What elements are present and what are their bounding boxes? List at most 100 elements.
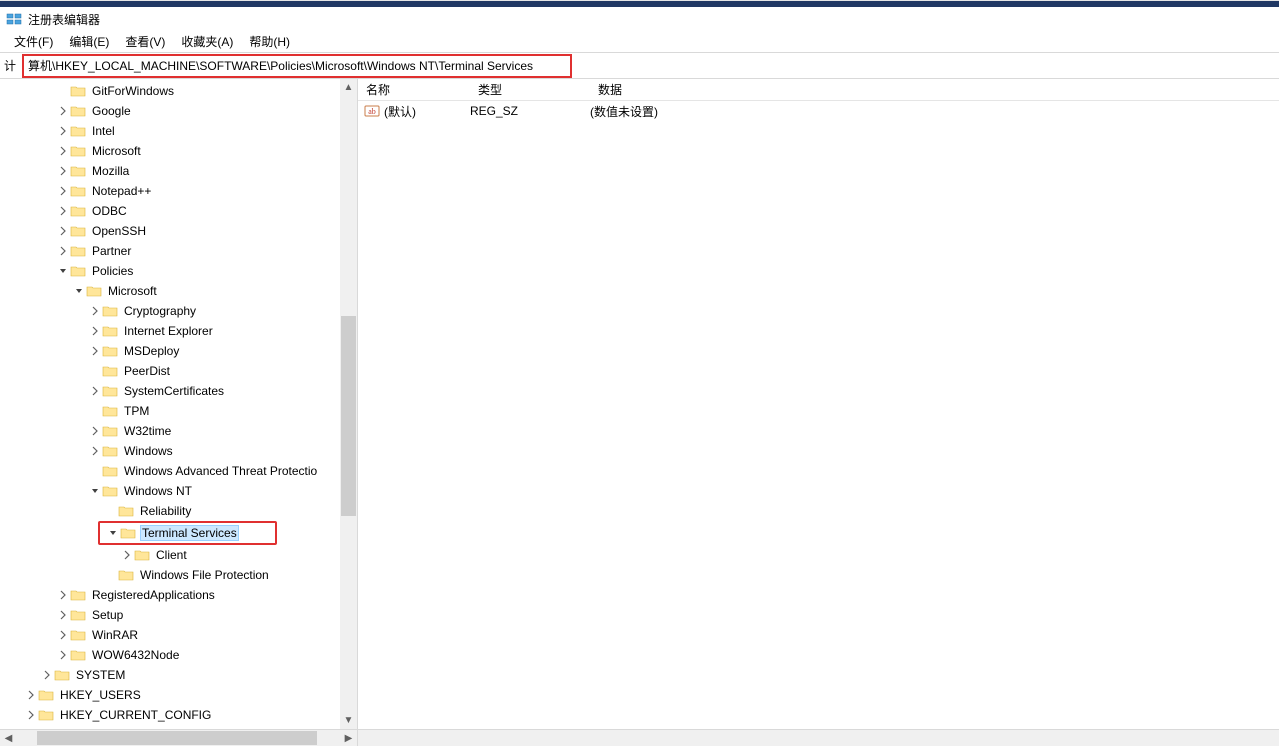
expand-arrow-icon[interactable] [56, 144, 70, 158]
expand-arrow-icon[interactable] [56, 224, 70, 238]
tree-item[interactable]: Intel [0, 121, 357, 141]
expand-arrow-icon[interactable] [120, 548, 134, 562]
addressbar-highlight [22, 54, 572, 78]
expand-arrow-icon[interactable] [56, 164, 70, 178]
scroll-down-button[interactable]: ▼ [340, 712, 357, 729]
tree-vertical-scrollbar[interactable]: ▲ ▼ [340, 79, 357, 729]
hscroll-track[interactable] [17, 730, 340, 746]
tree-item[interactable]: Microsoft [0, 281, 357, 301]
expand-arrow-icon[interactable] [40, 668, 54, 682]
tree-item[interactable]: Partner [0, 241, 357, 261]
tree-item-label: OpenSSH [90, 223, 148, 239]
scroll-up-button[interactable]: ▲ [340, 79, 357, 96]
tree-item-label: Terminal Services [140, 525, 239, 541]
expand-arrow-icon[interactable] [56, 244, 70, 258]
expand-arrow-icon[interactable] [24, 708, 38, 722]
column-data[interactable]: 数据 [590, 81, 1279, 98]
menu-favorites[interactable]: 收藏夹(A) [173, 31, 241, 52]
folder-icon [38, 688, 54, 702]
collapse-arrow-icon[interactable] [72, 284, 86, 298]
tree-item[interactable]: Windows [0, 441, 357, 461]
folder-icon [86, 284, 102, 298]
collapse-arrow-icon[interactable] [88, 484, 102, 498]
column-name[interactable]: 名称 [358, 81, 470, 98]
tree-item-label: ODBC [90, 203, 129, 219]
expand-arrow-icon[interactable] [56, 628, 70, 642]
expand-arrow-icon[interactable] [56, 608, 70, 622]
tree-item[interactable]: Windows NT [0, 481, 357, 501]
folder-icon [102, 484, 118, 498]
expand-arrow-icon[interactable] [24, 688, 38, 702]
menu-edit[interactable]: 编辑(E) [61, 31, 117, 52]
tree-item[interactable]: MSDeploy [0, 341, 357, 361]
tree-item-label: Windows File Protection [138, 567, 271, 583]
menu-file[interactable]: 文件(F) [6, 31, 61, 52]
expand-arrow-icon[interactable] [88, 324, 102, 338]
tree-item[interactable]: WOW6432Node [0, 645, 357, 665]
expand-arrow-icon[interactable] [88, 444, 102, 458]
tree-item[interactable]: WinRAR [0, 625, 357, 645]
folder-icon [54, 668, 70, 682]
tree-item[interactable]: SYSTEM [0, 665, 357, 685]
expand-arrow-icon[interactable] [56, 588, 70, 602]
tree-item-label: Cryptography [122, 303, 198, 319]
tree-item-label: Microsoft [90, 143, 143, 159]
expand-arrow-icon[interactable] [56, 204, 70, 218]
value-row[interactable]: ab(默认)REG_SZ(数值未设置) [358, 101, 1279, 121]
tree-item[interactable]: Cryptography [0, 301, 357, 321]
collapse-arrow-icon[interactable] [106, 526, 120, 540]
tree-item[interactable]: GitForWindows [0, 81, 357, 101]
tree-item-label: W32time [122, 423, 173, 439]
tree-item-label: SYSTEM [74, 667, 127, 683]
tree-item[interactable]: PeerDist [0, 361, 357, 381]
expand-arrow-icon[interactable] [56, 648, 70, 662]
tree-item[interactable]: Microsoft [0, 141, 357, 161]
tree-item[interactable]: Setup [0, 605, 357, 625]
tree-item[interactable]: Client [0, 545, 357, 565]
tree[interactable]: GitForWindowsGoogleIntel Microsoft Mozilla… [0, 79, 357, 725]
tree-item[interactable]: Mozilla [0, 161, 357, 181]
tree-item[interactable]: Terminal Services [100, 523, 275, 543]
body: GitForWindowsGoogleIntel Microsoft Mozilla… [0, 79, 1279, 729]
tree-item[interactable]: TPM [0, 401, 357, 421]
tree-item[interactable]: HKEY_USERS [0, 685, 357, 705]
hscroll-thumb[interactable] [37, 731, 317, 745]
tree-item[interactable]: ODBC [0, 201, 357, 221]
tree-item[interactable]: W32time [0, 421, 357, 441]
column-type[interactable]: 类型 [470, 81, 590, 98]
address-input[interactable] [24, 56, 570, 76]
scroll-thumb[interactable] [341, 316, 356, 516]
folder-icon [120, 526, 136, 540]
tree-item[interactable]: Internet Explorer [0, 321, 357, 341]
tree-item[interactable]: Windows Advanced Threat Protectio [0, 461, 357, 481]
tree-item[interactable]: HKEY_CURRENT_CONFIG [0, 705, 357, 725]
scroll-track[interactable] [340, 96, 357, 712]
tree-item[interactable]: Windows File Protection [0, 565, 357, 585]
menu-help[interactable]: 帮助(H) [241, 31, 298, 52]
tree-item-label: Windows NT [122, 483, 194, 499]
tree-item[interactable]: Google [0, 101, 357, 121]
value-list[interactable]: ab(默认)REG_SZ(数值未设置) [358, 101, 1279, 729]
tree-item-label: Mozilla [90, 163, 131, 179]
tree-item[interactable]: RegisteredApplications [0, 585, 357, 605]
expand-arrow-icon[interactable] [88, 344, 102, 358]
expand-arrow-icon[interactable] [88, 424, 102, 438]
expand-arrow-icon[interactable] [56, 104, 70, 118]
expand-arrow-icon[interactable] [88, 304, 102, 318]
folder-icon [70, 124, 86, 138]
collapse-arrow-icon[interactable] [56, 264, 70, 278]
tree-item[interactable]: Reliability [0, 501, 357, 521]
tree-item[interactable]: SystemCertificates [0, 381, 357, 401]
scroll-left-button[interactable]: ◀ [0, 730, 17, 746]
scroll-right-button[interactable]: ▶ [340, 730, 357, 746]
tree-item[interactable]: Policies [0, 261, 357, 281]
expand-arrow-icon[interactable] [56, 184, 70, 198]
menu-view[interactable]: 查看(V) [117, 31, 173, 52]
titlebar: 注册表编辑器 [0, 7, 1279, 31]
expand-arrow-icon[interactable] [56, 124, 70, 138]
tree-item[interactable]: Notepad++ [0, 181, 357, 201]
folder-icon [102, 304, 118, 318]
tree-item[interactable]: OpenSSH [0, 221, 357, 241]
tree-horizontal-scrollbar[interactable]: ◀ ▶ [0, 730, 358, 746]
expand-arrow-icon[interactable] [88, 384, 102, 398]
